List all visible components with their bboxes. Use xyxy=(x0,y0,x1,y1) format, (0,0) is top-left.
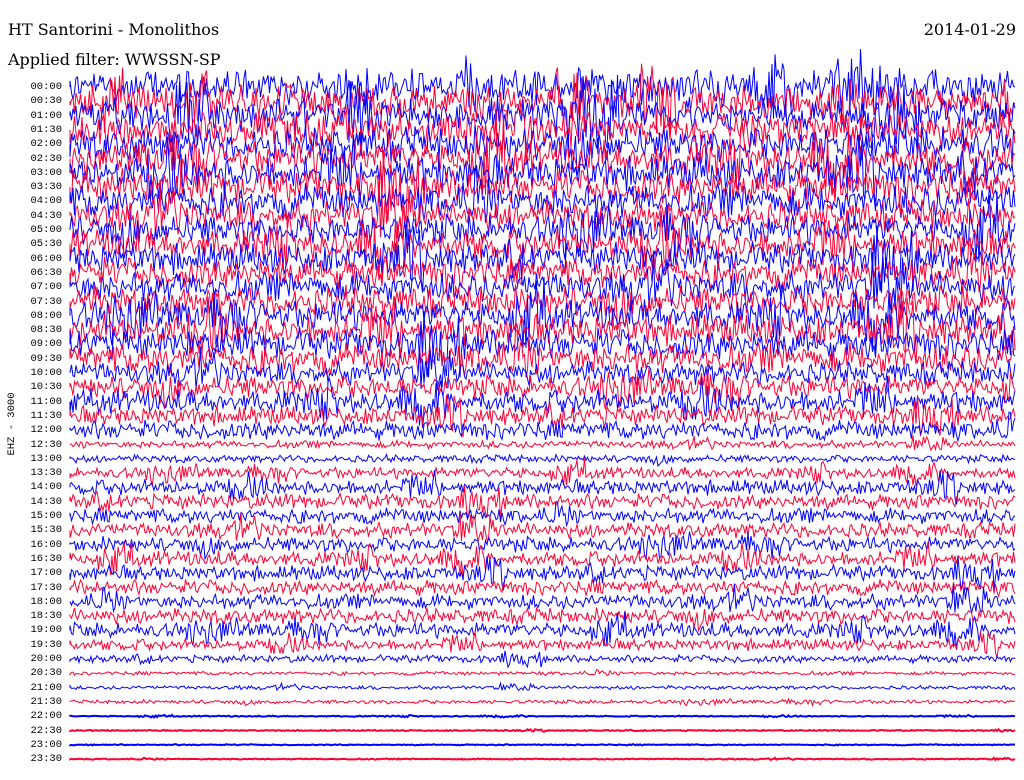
hour-label: 20:30 xyxy=(30,667,62,680)
channel-label: EHZ - 3000 xyxy=(6,392,18,456)
hour-label: 07:00 xyxy=(30,280,62,293)
hour-label: 00:00 xyxy=(30,80,62,93)
hour-label: 19:00 xyxy=(30,624,62,637)
hour-label: 21:30 xyxy=(30,695,62,708)
trace-2130 xyxy=(69,697,1016,708)
trace-2330 xyxy=(69,756,1016,762)
trace-1330 xyxy=(69,458,1016,487)
trace-2030 xyxy=(69,669,1016,677)
trace-2200 xyxy=(69,713,1016,719)
hour-label: 18:00 xyxy=(30,595,62,608)
hour-label: 09:00 xyxy=(30,338,62,351)
hour-label: 17:00 xyxy=(30,566,62,579)
hour-label: 23:00 xyxy=(30,738,62,751)
hour-label: 10:00 xyxy=(30,366,62,379)
hour-label: 14:00 xyxy=(30,481,62,494)
trace-2230 xyxy=(69,727,1016,733)
hour-label: 19:30 xyxy=(30,638,62,651)
trace-2100 xyxy=(69,681,1016,692)
trace-1730 xyxy=(69,578,1016,598)
hour-label: 01:00 xyxy=(30,109,62,122)
hour-label: 22:00 xyxy=(30,709,62,722)
hour-label: 11:00 xyxy=(30,395,62,408)
hour-axis: 00:00 00:30 01:00 01:30 02:00 02:30 03:00 03:30… xyxy=(0,0,64,780)
trace-1800 xyxy=(69,584,1016,614)
trace-2300 xyxy=(69,743,1016,747)
hour-label: 12:00 xyxy=(30,423,62,436)
hour-label: 12:30 xyxy=(30,438,62,451)
hour-label: 07:30 xyxy=(30,295,62,308)
hour-label: 15:30 xyxy=(30,524,62,537)
hour-label: 20:00 xyxy=(30,652,62,665)
hour-label: 22:30 xyxy=(30,724,62,737)
hour-label: 02:00 xyxy=(30,137,62,150)
trace-1930 xyxy=(69,631,1016,658)
hour-label: 04:00 xyxy=(30,195,62,208)
hour-label: 03:30 xyxy=(30,180,62,193)
trace-1600 xyxy=(69,531,1016,561)
hour-label: 02:30 xyxy=(30,152,62,165)
hour-label: 08:00 xyxy=(30,309,62,322)
hour-label: 23:30 xyxy=(30,752,62,765)
hour-label: 13:30 xyxy=(30,466,62,479)
hour-label: 01:30 xyxy=(30,123,62,136)
hour-label: 14:30 xyxy=(30,495,62,508)
hour-label: 15:00 xyxy=(30,509,62,522)
hour-label: 04:30 xyxy=(30,209,62,222)
hour-label: 09:30 xyxy=(30,352,62,365)
trace-2000 xyxy=(69,650,1016,669)
hour-label: 08:30 xyxy=(30,323,62,336)
hour-label: 18:30 xyxy=(30,609,62,622)
hour-label: 13:00 xyxy=(30,452,62,465)
hour-label: 06:30 xyxy=(30,266,62,279)
hour-label: 06:00 xyxy=(30,252,62,265)
hour-label: 05:30 xyxy=(30,238,62,251)
hour-label: 05:00 xyxy=(30,223,62,236)
hour-label: 21:00 xyxy=(30,681,62,694)
hour-label: 17:30 xyxy=(30,581,62,594)
trace-1300 xyxy=(69,452,1016,467)
hour-label: 03:00 xyxy=(30,166,62,179)
hour-label: 00:30 xyxy=(30,95,62,108)
hour-label: 16:00 xyxy=(30,538,62,551)
hour-label: 10:30 xyxy=(30,381,62,394)
trace-1230 xyxy=(69,435,1016,452)
hour-label: 11:30 xyxy=(30,409,62,422)
seismogram-plot xyxy=(69,48,1016,762)
hour-label: 16:30 xyxy=(30,552,62,565)
